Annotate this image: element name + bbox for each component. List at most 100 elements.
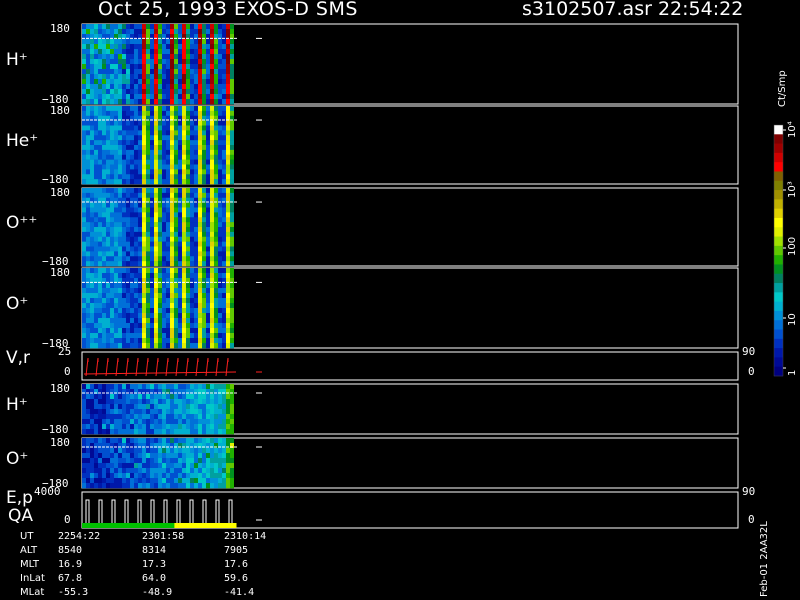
spectrogram-cell bbox=[158, 227, 162, 233]
qa-segment bbox=[143, 523, 175, 528]
spectrogram-cell bbox=[154, 453, 158, 459]
spectrogram-cell bbox=[206, 174, 210, 180]
spectrogram-cell bbox=[94, 169, 98, 175]
spectrogram-cell bbox=[166, 54, 170, 60]
spectrogram-cell bbox=[126, 84, 130, 90]
spectrogram-cell bbox=[186, 49, 190, 55]
spectrogram-cell bbox=[178, 414, 182, 420]
spectrogram-cell bbox=[130, 261, 134, 267]
spectrogram-cell bbox=[226, 453, 230, 459]
spectrogram-cell bbox=[146, 192, 150, 199]
spectrogram-cell bbox=[158, 338, 162, 344]
spectrogram-cell bbox=[118, 130, 122, 136]
spectrogram-cell bbox=[102, 463, 106, 469]
spectrogram-cell bbox=[230, 140, 234, 146]
spectrogram-cell bbox=[166, 288, 170, 294]
spectrogram-cell bbox=[190, 318, 194, 324]
spectrogram-cell bbox=[206, 140, 210, 146]
spectrogram-cell bbox=[142, 261, 146, 267]
spectrogram-cell bbox=[146, 384, 150, 390]
spectrogram-cell bbox=[134, 149, 138, 156]
spectrogram-cell bbox=[110, 64, 114, 70]
spectrogram-cell bbox=[146, 44, 150, 50]
spectrogram-cell bbox=[90, 149, 94, 156]
spectrogram-cell bbox=[178, 389, 182, 395]
spectrogram-cell bbox=[134, 288, 138, 294]
spectrogram-cell bbox=[202, 419, 206, 425]
spectrogram-cell bbox=[154, 414, 158, 420]
spectrogram-cell bbox=[190, 59, 194, 65]
spectrogram-cell bbox=[94, 394, 98, 400]
spectrogram-cell bbox=[130, 154, 134, 160]
spectrogram-cell bbox=[106, 389, 110, 395]
spectrogram-cell bbox=[106, 328, 110, 334]
spectrogram-cell bbox=[226, 293, 230, 299]
spectrogram-cell bbox=[134, 246, 138, 252]
spectrogram-cell bbox=[230, 120, 234, 126]
spectrogram-cell bbox=[198, 463, 202, 469]
spectrogram-cell bbox=[146, 154, 150, 160]
spectrogram-cell bbox=[198, 120, 202, 126]
spectrogram-cell bbox=[226, 24, 230, 30]
spectrogram-cell bbox=[210, 303, 214, 309]
spectrogram-cell bbox=[174, 94, 178, 100]
spectrogram-cell bbox=[122, 130, 126, 136]
spectrogram-cell bbox=[226, 473, 230, 479]
spectrogram-cell bbox=[82, 154, 86, 160]
spectrogram-cell bbox=[154, 145, 158, 151]
spectrogram-cell bbox=[182, 463, 186, 469]
spectrogram-cell bbox=[162, 188, 166, 194]
spectrogram-cell bbox=[142, 458, 146, 464]
spectrogram-cell bbox=[190, 79, 194, 85]
spectrogram-cell bbox=[170, 39, 174, 45]
spectrogram-cell bbox=[130, 54, 134, 60]
spectrogram-cell bbox=[118, 419, 122, 425]
spectrogram-cell bbox=[190, 261, 194, 267]
spectrogram-cell bbox=[82, 394, 86, 400]
spectrogram-cell bbox=[126, 343, 130, 349]
spectrogram-cell bbox=[146, 268, 150, 274]
spectrogram-cell bbox=[194, 468, 198, 474]
spectrogram-cell bbox=[230, 154, 234, 160]
spectrogram-cell bbox=[150, 256, 154, 262]
spectrogram-cell bbox=[182, 64, 186, 70]
spectrogram-cell bbox=[138, 179, 142, 185]
spectrogram-cell bbox=[102, 384, 106, 390]
ephemeris-row-label: MLat bbox=[20, 587, 45, 598]
spectrogram-cell bbox=[102, 409, 106, 415]
spectrogram-cell bbox=[102, 110, 106, 117]
spectrogram-cell bbox=[118, 453, 122, 459]
spectrogram-cell bbox=[170, 149, 174, 156]
spectrogram-cell bbox=[150, 251, 154, 257]
spectrogram-cell bbox=[194, 483, 198, 489]
spectrogram-cell bbox=[190, 106, 194, 112]
spectrogram-cell bbox=[98, 84, 102, 90]
spectrogram-cell bbox=[118, 384, 122, 390]
spectrogram-cell bbox=[162, 154, 166, 160]
spectrogram-cell bbox=[210, 29, 214, 35]
spectrogram-cell bbox=[94, 268, 98, 274]
spectrogram-cell bbox=[110, 145, 114, 151]
spectrogram-cell bbox=[134, 399, 138, 405]
spectrogram-cell bbox=[142, 338, 146, 344]
spectrogram-cell bbox=[222, 110, 226, 117]
spectrogram-cell bbox=[178, 283, 182, 289]
spectrogram-cell bbox=[138, 251, 142, 257]
spectrogram-cell bbox=[178, 99, 182, 105]
spectrogram-cell bbox=[86, 79, 90, 85]
spectrogram-cell bbox=[202, 414, 206, 420]
spectrogram-cell bbox=[230, 192, 234, 199]
spectrogram-cell bbox=[126, 303, 130, 309]
spectrogram-cell bbox=[178, 448, 182, 454]
spectrogram-cell bbox=[222, 303, 226, 309]
spectrogram-cell bbox=[158, 29, 162, 35]
spectrogram-cell bbox=[150, 483, 154, 489]
spectrogram-cell bbox=[150, 458, 154, 464]
spectrogram-cell bbox=[170, 256, 174, 262]
spectrogram-cell bbox=[122, 333, 126, 339]
spectrogram-cell bbox=[178, 328, 182, 334]
spectrogram-cell bbox=[218, 169, 222, 175]
spectrogram-cell bbox=[230, 227, 234, 233]
spectrogram-cell bbox=[126, 222, 130, 228]
spectrogram-cell bbox=[102, 79, 106, 85]
